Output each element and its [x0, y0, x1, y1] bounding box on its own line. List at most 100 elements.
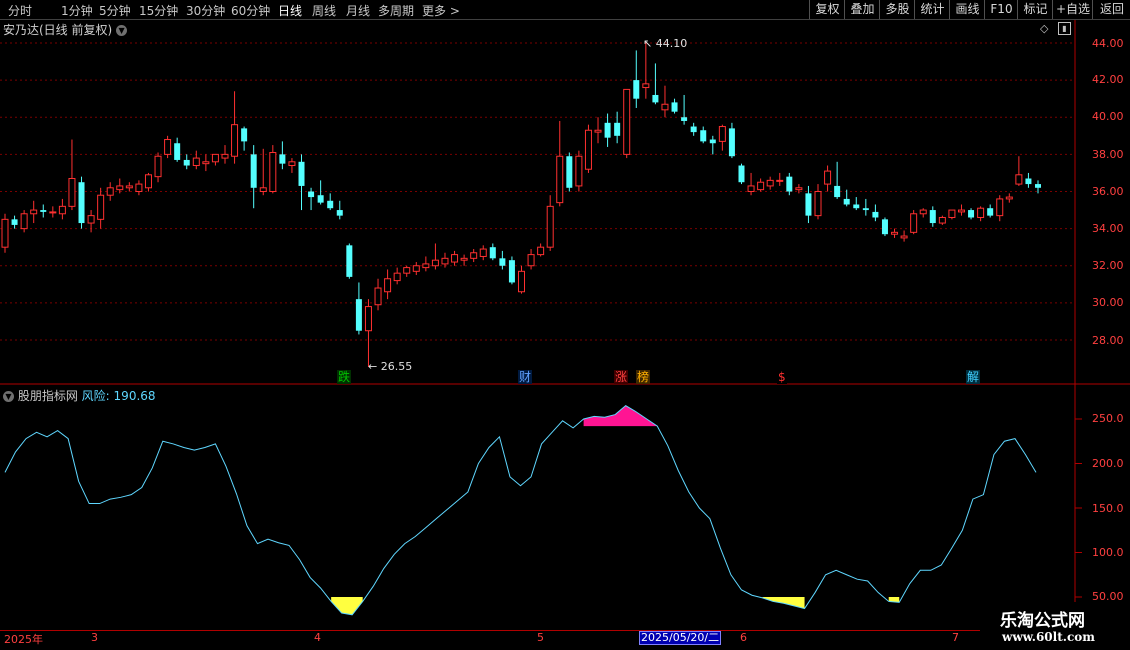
date-label-month: 6: [740, 631, 747, 644]
low-price-value: 26.55: [380, 360, 413, 373]
kline-chart[interactable]: [0, 0, 1130, 650]
candle-body-up: [460, 257, 468, 261]
candle-body-up: [910, 213, 918, 233]
candle-body-up: [642, 83, 650, 89]
candle-body-down: [355, 299, 362, 331]
event-marker-dividend[interactable]: $: [777, 370, 787, 384]
date-label-month: 4: [314, 631, 321, 644]
candle-body-up: [49, 211, 57, 214]
candle-body-down: [489, 247, 496, 259]
candle-body-up: [154, 155, 162, 178]
date-label-month: 3: [91, 631, 98, 644]
indicator-title[interactable]: ▼ 股朋指标网 风险: 190.68: [3, 387, 156, 404]
candle-body-down: [241, 128, 248, 142]
date-label-month: 5: [537, 631, 544, 644]
event-marker-rise[interactable]: 涨: [614, 370, 629, 384]
candle-body-down: [508, 260, 515, 283]
candles: [1, 41, 1041, 367]
indicator-axis-label: 100.0: [1092, 546, 1124, 559]
candle-body-up: [20, 213, 28, 230]
event-marker-fall[interactable]: 跌: [337, 370, 352, 384]
candle-body-down: [308, 191, 315, 198]
candle-body-up: [1, 218, 9, 248]
chevron-down-icon[interactable]: ▼: [3, 391, 14, 402]
indicator-axis-label: 250.0: [1092, 412, 1124, 425]
candle-body-down: [738, 165, 745, 183]
candle-body-down: [929, 210, 936, 224]
candle-body-up: [766, 179, 774, 187]
candle-body-down: [566, 156, 573, 188]
candle-body-down: [834, 185, 841, 198]
risk-series-label: 风险:: [81, 389, 110, 403]
event-marker-finance[interactable]: 财: [518, 370, 533, 384]
candle-body-down: [614, 122, 621, 136]
selected-date-badge: 2025/05/20/二: [639, 631, 722, 645]
event-marker-rank[interactable]: 榜: [636, 370, 651, 384]
candle-body-up: [795, 187, 803, 191]
candle-body-up: [470, 252, 478, 259]
high-price-value: 44.10: [655, 37, 688, 50]
candle-body-up: [431, 259, 439, 267]
candle-body-down: [987, 208, 994, 216]
candle-body-up: [87, 215, 95, 224]
candle-body-up: [68, 178, 76, 207]
candle-body-up: [403, 267, 411, 274]
candle-body-down: [174, 143, 181, 160]
risk-indicator: [4, 405, 1037, 616]
indicator-axis-label: 150.0: [1092, 502, 1124, 515]
candle-body-down: [40, 210, 47, 212]
candle-body-up: [824, 170, 832, 185]
price-axis-label: 38.00: [1092, 148, 1124, 161]
candle-body-up: [97, 194, 105, 220]
candle-body-up: [1005, 196, 1013, 200]
candle-body-up: [125, 185, 133, 189]
candle-body-up: [422, 263, 430, 269]
candle-body-down: [327, 200, 334, 209]
candle-body-up: [537, 246, 545, 256]
candle-body-up: [776, 179, 784, 182]
candle-body-up: [900, 235, 908, 239]
candle-body-down: [805, 193, 812, 216]
candle-body-down: [881, 219, 888, 235]
candle-body-up: [374, 287, 382, 306]
candle-body-down: [346, 245, 353, 277]
candle-body-up: [584, 129, 592, 170]
indicator-name: 股朋指标网: [17, 389, 78, 403]
candle-body-down: [633, 80, 640, 99]
price-grid: [0, 42, 1082, 598]
low-risk-fill: [331, 597, 363, 615]
candle-body-up: [441, 257, 449, 265]
candle-body-up: [192, 157, 200, 167]
candle-body-down: [671, 102, 678, 112]
price-axis-label: 36.00: [1092, 185, 1124, 198]
candle-body-down: [968, 210, 975, 218]
candle-body-up: [259, 187, 267, 193]
candle-body-down: [690, 126, 697, 133]
candle-body-up: [623, 88, 631, 155]
candle-body-up: [996, 198, 1004, 217]
candle-body-down: [728, 128, 735, 157]
candle-body-down: [872, 211, 879, 218]
candle-body-up: [144, 174, 152, 189]
candle-body-up: [116, 185, 124, 191]
risk-value: 190.68: [113, 389, 156, 403]
candle-body-up: [814, 191, 822, 217]
watermark-title: 乐淘公式网: [1000, 611, 1085, 631]
indicator-axis-label: 200.0: [1092, 457, 1124, 470]
candle-body-down: [604, 122, 611, 138]
candle-body-down: [652, 94, 659, 103]
event-marker-unlock[interactable]: 解: [966, 370, 981, 384]
candle-body-down: [786, 176, 793, 192]
candle-body-down: [336, 210, 343, 216]
date-label-month: 7: [952, 631, 959, 644]
price-axis-label: 40.00: [1092, 110, 1124, 123]
candle-body-up: [1015, 174, 1023, 185]
candle-body-down: [298, 161, 305, 186]
price-axis-label: 42.00: [1092, 73, 1124, 86]
candle-body-up: [938, 216, 946, 224]
candle-body-up: [919, 209, 927, 215]
candle-body-up: [106, 187, 114, 196]
low-price-label: ← 26.55: [368, 360, 413, 373]
candle-body-up: [164, 139, 172, 155]
candle-body-up: [479, 248, 487, 257]
